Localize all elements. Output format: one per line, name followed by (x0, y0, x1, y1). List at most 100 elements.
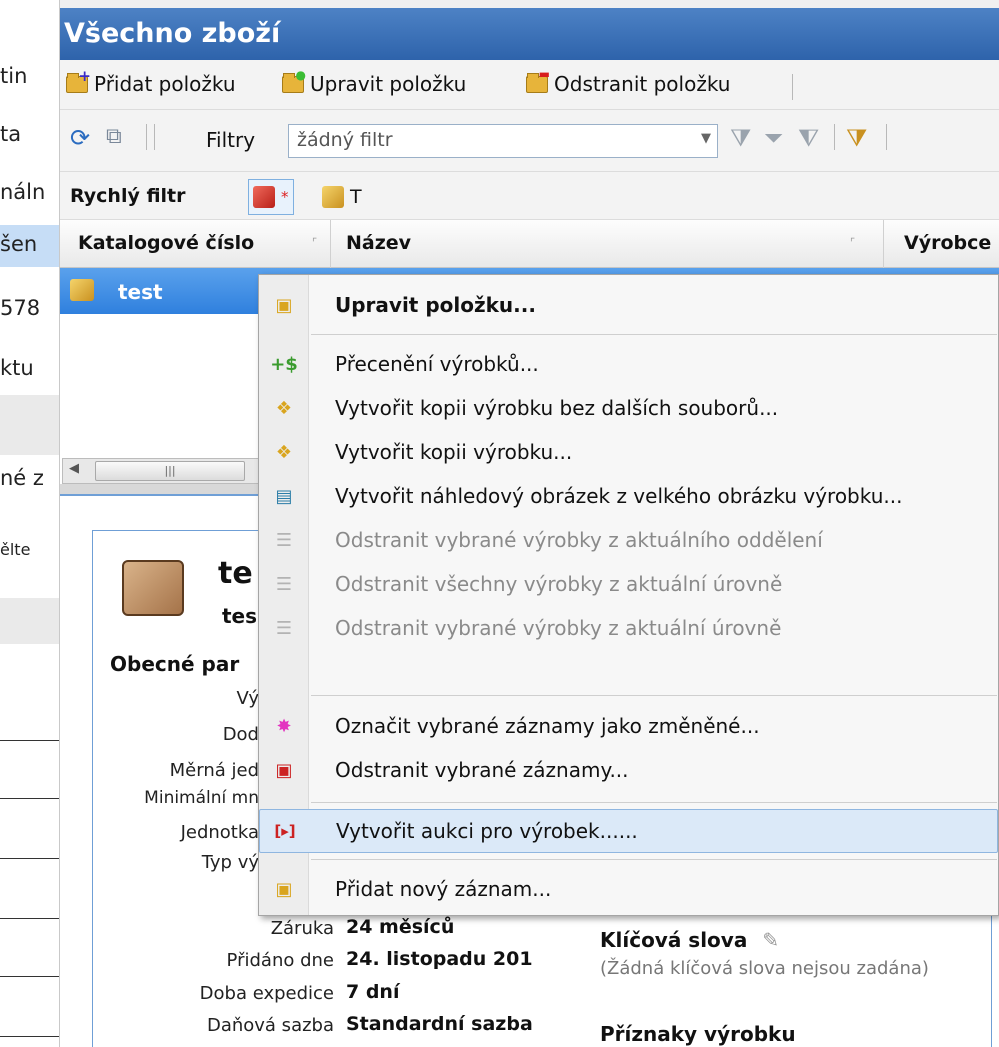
menu-item-label: Odstranit vybrané výrobky z aktuální úro… (335, 616, 782, 640)
divider (0, 918, 59, 919)
menu-separator (311, 859, 997, 860)
left-panel-item[interactable]: ělte (0, 540, 30, 559)
copy-view-icon[interactable]: ⧉ (106, 124, 122, 149)
column-header-name[interactable]: Název (346, 232, 411, 254)
app-window: tin ta náln šen 578 ktu né z ělte Všechn… (0, 0, 999, 1047)
folder-add-icon: ▣ (275, 878, 293, 900)
reprice-icon: +$ (270, 353, 298, 375)
detail-subtitle: tes (222, 604, 258, 628)
left-panel-item[interactable]: ktu (0, 356, 34, 380)
menu-item-copy-no-files[interactable]: ❖ Vytvořit kopii výrobku bez dalších sou… (259, 386, 998, 430)
product-box-icon (122, 560, 184, 616)
horizontal-scrollbar[interactable]: ◀ ||| (62, 458, 262, 484)
menu-item-label: Vytvořit kopii výrobku... (335, 440, 573, 464)
left-panel-item[interactable]: náln (0, 180, 45, 204)
folder-delete-icon: ▣ (275, 759, 293, 781)
menu-item-copy-product[interactable]: ❖ Vytvořit kopii výrobku... (259, 430, 998, 474)
left-panel-item[interactable]: 578 (0, 296, 40, 320)
folder-add-icon (66, 67, 91, 93)
menu-item-remove-all-from-level[interactable]: ☰ Odstranit všechny výrobky z aktuální ú… (259, 562, 998, 606)
menu-item-edit-item[interactable]: ▣ Upravit položku... (259, 283, 998, 327)
menu-item-mark-changed[interactable]: ✸ Označit vybrané záznamy jako změněné..… (259, 704, 998, 748)
field-value-tax: Standardní sazba (346, 1013, 533, 1035)
delete-item-button[interactable]: Odstranit položku (526, 67, 731, 96)
filters-label: Filtry (206, 128, 256, 152)
edit-item-label: Upravit položku (310, 72, 467, 96)
toolbar-separator (792, 74, 793, 100)
section-general-header: Obecné par (110, 652, 240, 676)
column-header-catalog[interactable]: Katalogové číslo (78, 232, 254, 254)
add-item-label: Přidat položku (94, 72, 236, 96)
column-divider[interactable] (883, 220, 884, 268)
menu-item-delete-records[interactable]: ▣ Odstranit vybrané záznamy... (259, 748, 998, 792)
thumbnail-icon: ▤ (275, 485, 293, 507)
left-panel-group (0, 395, 59, 455)
field-label: Typ vý (201, 852, 259, 873)
toolbar-separator (834, 124, 835, 150)
field-label: Dod (222, 724, 259, 745)
field-label: Daňová sazba (206, 1015, 334, 1036)
keywords-header: Klíčová slova ✎ (600, 928, 779, 952)
filter-add-icon[interactable]: ⧩ (730, 124, 751, 152)
menu-item-label: Vytvořit kopii výrobku bez dalších soubo… (335, 396, 779, 420)
divider (0, 858, 59, 859)
filter-icon[interactable]: ⏷ (764, 124, 783, 152)
menu-separator (311, 695, 997, 696)
menu-item-label: Odstranit všechny výrobky z aktuální úro… (335, 572, 783, 596)
menu-item-add-record[interactable]: ▣ Přidat nový záznam... (259, 867, 998, 911)
red-cube-icon (253, 186, 275, 208)
scroll-thumb[interactable]: ||| (95, 461, 245, 481)
menu-item-reprice[interactable]: +$ Přecenění výrobků... (259, 342, 998, 386)
menu-item-label: Odstranit vybrané výrobky z aktuálního o… (335, 528, 823, 552)
quick-filter-bar: Rychlý filtr * T (60, 172, 999, 220)
delete-item-label: Odstranit položku (554, 72, 731, 96)
edit-item-button[interactable]: Upravit položku (282, 68, 467, 96)
left-panel-item[interactable]: šen (0, 232, 37, 256)
field-label: Vý (236, 688, 259, 709)
field-value-dispatch: 7 dní (346, 981, 400, 1003)
remove-list-icon: ☰ (275, 529, 293, 551)
filter-value: žádný filtr (297, 129, 393, 151)
field-label: Měrná jed (169, 760, 259, 781)
product-icon (70, 279, 94, 301)
menu-item-label: Odstranit vybrané záznamy... (335, 758, 629, 782)
left-panel-item[interactable]: ta (0, 122, 21, 146)
menu-separator (311, 802, 997, 803)
menu-item-label: Vytvořit náhledový obrázek z velkého obr… (335, 484, 903, 508)
quick-filter-marker: * (281, 188, 289, 206)
remove-list-icon: ☰ (275, 617, 293, 639)
toolbar-separator (146, 124, 147, 150)
menu-item-label: Vytvořit aukci pro výrobek...... (336, 819, 638, 843)
menu-item-create-thumbnail[interactable]: ▤ Vytvořit náhledový obrázek z velkého o… (259, 474, 998, 518)
yellow-cube-icon (322, 186, 344, 208)
field-label: Minimální mn (144, 788, 259, 808)
filter-apply-icon[interactable]: ⧩ (846, 124, 867, 152)
scroll-left-icon[interactable]: ◀ (69, 461, 79, 476)
left-panel-item[interactable]: né z (0, 466, 44, 490)
menu-separator (311, 334, 997, 335)
remove-list-icon: ☰ (275, 573, 293, 595)
field-label: Jednotka (180, 822, 259, 843)
folder-edit-icon (282, 68, 306, 93)
field-label: Záruka (270, 918, 334, 939)
window-title: Všechno zboží (60, 8, 999, 60)
quick-filter-red-button[interactable]: * (248, 179, 294, 215)
column-header-manufacturer[interactable]: Výrobce (904, 232, 991, 254)
menu-item-remove-from-department[interactable]: ☰ Odstranit vybrané výrobky z aktuálního… (259, 518, 998, 562)
refresh-icon[interactable]: ⟳ (70, 124, 90, 152)
menu-item-remove-selected-from-level[interactable]: ☰ Odstranit vybrané výrobky z aktuální ú… (259, 606, 998, 650)
filter-select[interactable]: žádný filtr ▼ (288, 124, 718, 158)
left-panel-item[interactable]: tin (0, 64, 27, 88)
pencil-icon[interactable]: ✎ (762, 928, 779, 952)
divider (0, 976, 59, 977)
filter-clear-icon[interactable]: ⧨ (798, 124, 819, 152)
product-flags-label: Příznaky výrobku (600, 1022, 796, 1046)
divider (0, 798, 59, 799)
folder-edit-icon: ▣ (275, 294, 293, 316)
add-item-button[interactable]: Přidat položku (66, 67, 236, 96)
product-flags-header: Příznaky výrobku (600, 1022, 796, 1046)
column-divider[interactable] (330, 220, 331, 268)
quick-filter-yellow-button[interactable]: T (318, 179, 366, 215)
field-value-warranty: 24 měsíců (346, 916, 455, 938)
menu-item-create-auction[interactable]: [▸] Vytvořit aukci pro výrobek...... (259, 809, 998, 853)
